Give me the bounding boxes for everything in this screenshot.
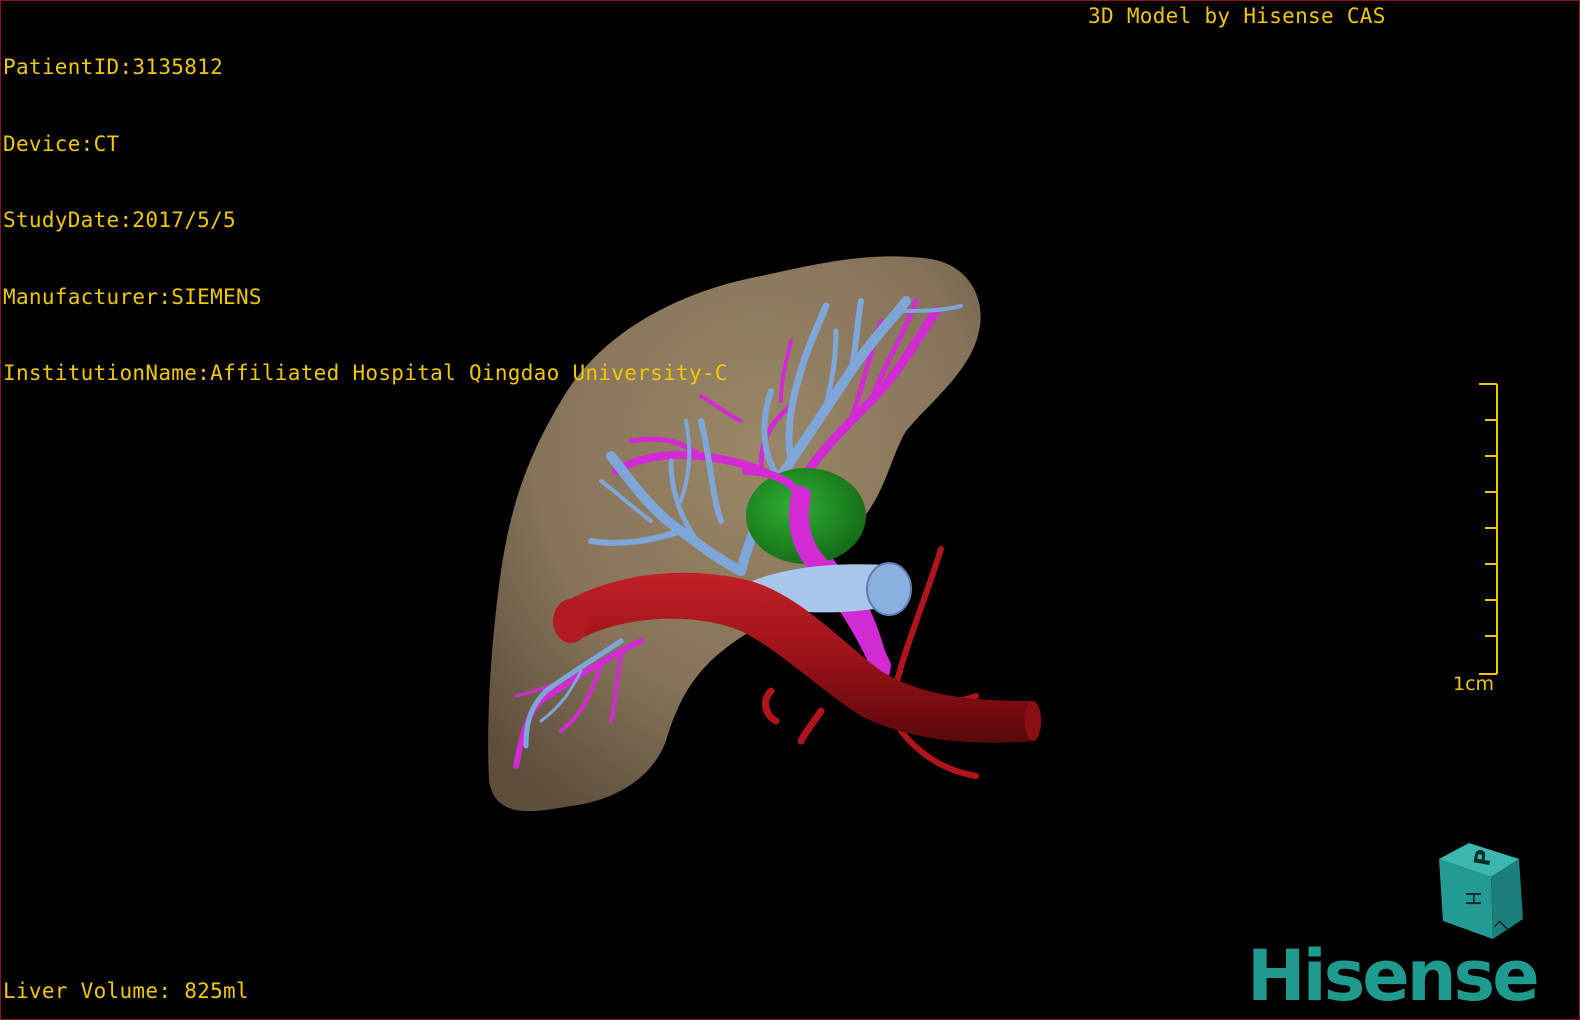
liver-volume: Liver Volume: 825ml [3,979,249,1003]
manufacturer: Manufacturer:SIEMENS [3,284,262,309]
orientation-cube[interactable]: H P L [1439,843,1523,939]
cube-face-top-label: H [1461,891,1485,906]
institution-name: InstitutionName:Affiliated Hospital Qing… [3,361,728,385]
model-credit: 3D Model by Hisense CAS [1088,4,1386,28]
cube-face-front-label: P [1470,848,1497,868]
scale-bar [1479,383,1498,675]
scale-bar-label: 1cm [1453,673,1495,695]
dicom-info-overlay: PatientID:3135812 Device:CT StudyDate:20… [3,4,728,438]
study-date: StudyDate:2017/5/5 [3,208,236,232]
3d-viewport[interactable]: H P L PatientID:3135812 Device:CT StudyD… [0,0,1580,1020]
device: Device:CT [3,131,120,156]
hisense-logo: Hisense [1247,935,1540,1017]
patient-id: PatientID:3135812 [3,55,224,79]
